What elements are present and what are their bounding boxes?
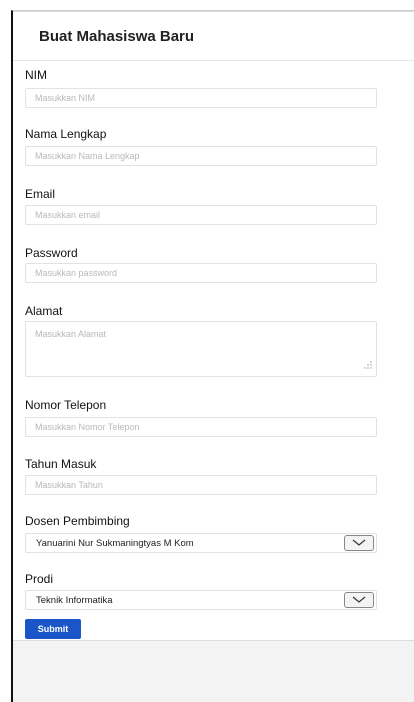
resize-grip-icon[interactable]	[364, 361, 372, 369]
prodi-group: Prodi Teknik Informatika	[25, 572, 377, 610]
dosen-select[interactable]: Yanuarini Nur Sukmaningtyas M Kom	[25, 533, 377, 553]
prodi-select[interactable]: Teknik Informatika	[25, 590, 377, 610]
nama-input[interactable]	[25, 146, 377, 166]
dosen-group: Dosen Pembimbing Yanuarini Nur Sukmaning…	[25, 514, 377, 553]
dosen-selected-value: Yanuarini Nur Sukmaningtyas M Kom	[36, 537, 194, 549]
email-label: Email	[25, 187, 56, 201]
submit-button[interactable]: Submit	[25, 619, 81, 639]
tahun-label: Tahun Masuk	[25, 457, 97, 471]
telepon-group: Nomor Telepon	[25, 398, 377, 437]
telepon-label: Nomor Telepon	[25, 398, 107, 412]
telepon-input[interactable]	[25, 417, 377, 437]
tahun-group: Tahun Masuk	[25, 457, 377, 495]
prodi-label: Prodi	[25, 572, 54, 586]
nama-label: Nama Lengkap	[25, 127, 107, 141]
tahun-input[interactable]	[25, 475, 377, 495]
nim-input[interactable]	[25, 88, 377, 108]
prodi-dropdown-button[interactable]	[344, 592, 374, 608]
nim-group: NIM	[25, 68, 377, 108]
alamat-label: Alamat	[25, 304, 63, 318]
password-group: Password	[25, 246, 377, 283]
chevron-down-icon	[352, 539, 366, 546]
dosen-label: Dosen Pembimbing	[25, 514, 130, 528]
chevron-down-icon	[352, 596, 366, 603]
password-input[interactable]	[25, 263, 377, 283]
nama-group: Nama Lengkap	[25, 127, 377, 166]
dosen-dropdown-button[interactable]	[344, 535, 374, 551]
nim-label: NIM	[25, 68, 47, 82]
alamat-group: Alamat	[25, 304, 377, 377]
alamat-textarea[interactable]	[25, 321, 377, 377]
form-title: Buat Mahasiswa Baru	[13, 12, 414, 61]
password-label: Password	[25, 246, 78, 260]
email-input[interactable]	[25, 205, 377, 225]
prodi-selected-value: Teknik Informatika	[36, 594, 113, 606]
email-group: Email	[25, 187, 377, 225]
